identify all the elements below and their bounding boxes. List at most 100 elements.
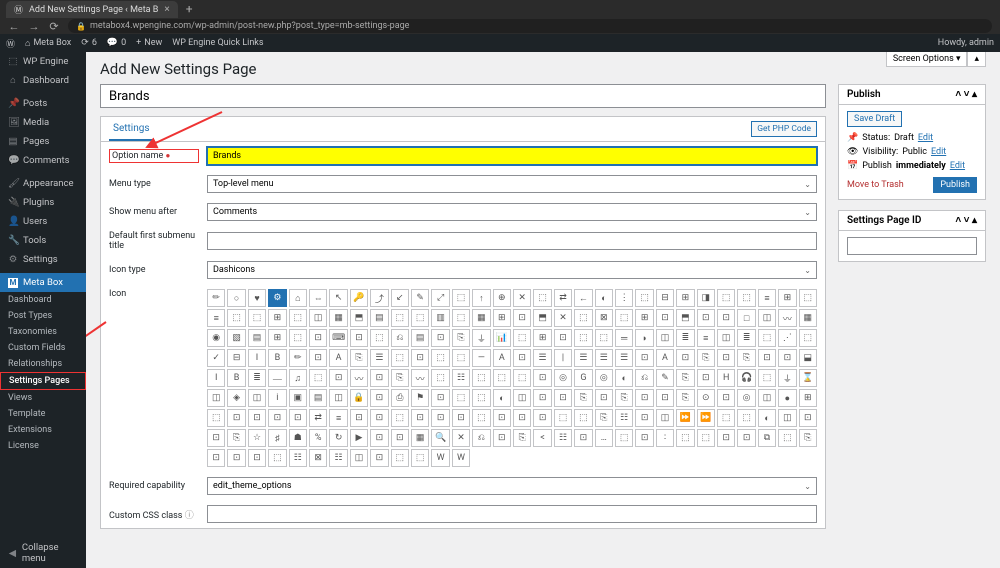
dashicon-option[interactable]: ⇔: [309, 289, 327, 307]
dashicon-option[interactable]: ▤: [248, 329, 266, 347]
dashicon-option[interactable]: ⊞: [676, 289, 694, 307]
howdy-user[interactable]: Howdy, admin: [938, 38, 994, 48]
dashicon-option[interactable]: ≡: [758, 289, 776, 307]
dashicon-option[interactable]: ⋮: [615, 289, 633, 307]
url-bar[interactable]: 🔒 metabox4.wpengine.com/wp-admin/post-ne…: [68, 19, 992, 33]
menu-comments[interactable]: 💬Comments: [0, 151, 86, 170]
tab-settings[interactable]: Settings: [109, 118, 154, 141]
dashicon-option[interactable]: ⏩: [697, 409, 715, 427]
dashicon-option[interactable]: ⊞: [268, 329, 286, 347]
dashicon-option[interactable]: ●: [778, 389, 796, 407]
dashicon-option[interactable]: ⎘: [737, 349, 755, 367]
dashicon-option[interactable]: ⊡: [533, 409, 551, 427]
dashicon-option[interactable]: ⊡: [452, 409, 470, 427]
dashicon-option[interactable]: ⊡: [411, 409, 429, 427]
dashicon-option[interactable]: ⋰: [778, 329, 796, 347]
dashicon-option[interactable]: ☰: [370, 349, 388, 367]
dashicon-option[interactable]: ⬚: [391, 309, 409, 327]
dashicon-option[interactable]: ≣: [676, 329, 694, 347]
wp-logo-icon[interactable]: Ⓦ: [6, 37, 15, 50]
dashicon-option[interactable]: W: [431, 449, 449, 467]
dashicon-option[interactable]: ◎: [737, 389, 755, 407]
dashicon-option[interactable]: ⬒: [350, 309, 368, 327]
dashicon-option[interactable]: ⬚: [431, 349, 449, 367]
dashicon-option[interactable]: ⊡: [391, 429, 409, 447]
dashicon-option[interactable]: ⬚: [758, 329, 776, 347]
dashicon-option[interactable]: i: [268, 389, 286, 407]
dashicon-option[interactable]: ⊡: [493, 409, 511, 427]
dashicon-option[interactable]: ☷: [615, 409, 633, 427]
edit-date-link[interactable]: Edit: [950, 161, 965, 171]
screen-options-button[interactable]: Screen Options ▾: [886, 52, 968, 67]
dashicon-option[interactable]: <: [533, 429, 551, 447]
help-toggle[interactable]: ▴: [967, 52, 986, 67]
dashicon-option[interactable]: ◐: [493, 389, 511, 407]
dashicon-option[interactable]: ↙: [391, 289, 409, 307]
dashicon-option[interactable]: A: [493, 349, 511, 367]
dashicon-option[interactable]: ⊡: [309, 329, 327, 347]
dashicon-option[interactable]: ⊞: [799, 389, 817, 407]
dashicon-option[interactable]: ⊡: [370, 369, 388, 387]
dashicon-option[interactable]: A: [656, 349, 674, 367]
dashicon-option[interactable]: ⊡: [370, 429, 388, 447]
dashicon-option[interactable]: ⬚: [207, 409, 225, 427]
dashicon-option[interactable]: ☰: [574, 349, 592, 367]
menu-pages[interactable]: ▤Pages: [0, 132, 86, 151]
dashicon-option[interactable]: ⊡: [513, 349, 531, 367]
dashicon-option[interactable]: 🎧: [737, 369, 755, 387]
dashicon-option[interactable]: ✏: [289, 349, 307, 367]
dashicon-option[interactable]: ✎: [411, 289, 429, 307]
dashicon-option[interactable]: ⊡: [799, 409, 817, 427]
dashicon-option[interactable]: ✏: [207, 289, 225, 307]
dashicon-option[interactable]: ⊡: [656, 389, 674, 407]
dashicon-option[interactable]: ⬚: [391, 349, 409, 367]
menu-wpengine[interactable]: ⬚WP Engine: [0, 52, 86, 71]
edit-visibility-link[interactable]: Edit: [931, 147, 946, 157]
dashicon-option[interactable]: ✕: [513, 289, 531, 307]
dashicon-option[interactable]: ⬚: [615, 429, 633, 447]
submenu-license[interactable]: License: [0, 438, 86, 454]
dashicon-option[interactable]: ◫: [248, 389, 266, 407]
dashicon-option[interactable]: ◫: [309, 309, 327, 327]
dashicon-option[interactable]: ⊡: [737, 429, 755, 447]
dashicon-option[interactable]: A: [329, 349, 347, 367]
dashicon-option[interactable]: ◨: [697, 289, 715, 307]
css-class-input[interactable]: [207, 505, 817, 523]
dashicon-option[interactable]: ⌨: [329, 329, 347, 347]
dashicon-option[interactable]: ⬚: [472, 409, 490, 427]
dashicon-option[interactable]: ⎘: [513, 429, 531, 447]
dashicon-option[interactable]: G: [574, 369, 592, 387]
dashicon-option[interactable]: ⬚: [737, 409, 755, 427]
dashicon-option[interactable]: |: [554, 349, 572, 367]
submenu-taxonomies[interactable]: Taxonomies: [0, 324, 86, 340]
dashicon-option[interactable]: ◫: [329, 389, 347, 407]
dashicon-option[interactable]: ≡: [697, 329, 715, 347]
dashicon-option[interactable]: ⊡: [635, 429, 653, 447]
dashicon-option[interactable]: ⬚: [472, 369, 490, 387]
dashicon-option[interactable]: ⊡: [635, 389, 653, 407]
dashicon-option[interactable]: ⬚: [493, 369, 511, 387]
dashicon-option[interactable]: ♥: [248, 289, 266, 307]
dashicon-option[interactable]: ⬚: [391, 449, 409, 467]
back-icon[interactable]: ←: [8, 20, 20, 32]
dashicon-option[interactable]: ◐: [615, 369, 633, 387]
dashicon-option[interactable]: ☆: [248, 429, 266, 447]
dashicon-option[interactable]: ⬚: [717, 289, 735, 307]
dashicon-option[interactable]: ⬚: [227, 309, 245, 327]
dashicon-option[interactable]: ⬚: [676, 429, 694, 447]
dashicon-option[interactable]: ▣: [289, 389, 307, 407]
dashicon-option[interactable]: ✎: [656, 369, 674, 387]
dashicon-option[interactable]: ⊡: [635, 349, 653, 367]
dashicon-option[interactable]: ◉: [207, 329, 225, 347]
toggle-icon[interactable]: ˄ ˅ ▴: [955, 215, 977, 226]
dashicon-option[interactable]: ✓: [207, 349, 225, 367]
dashicon-option[interactable]: ⬚: [758, 369, 776, 387]
dashicon-option[interactable]: …: [595, 429, 613, 447]
toggle-icon[interactable]: ˄ ˅ ▴: [955, 89, 977, 100]
dashicon-option[interactable]: ⬚: [411, 449, 429, 467]
get-php-button[interactable]: Get PHP Code: [751, 121, 817, 137]
dashicon-option[interactable]: ⬚: [574, 409, 592, 427]
dashicon-option[interactable]: ☰: [595, 349, 613, 367]
dashicon-option[interactable]: ⊡: [554, 389, 572, 407]
dashicon-option[interactable]: ♯: [268, 429, 286, 447]
